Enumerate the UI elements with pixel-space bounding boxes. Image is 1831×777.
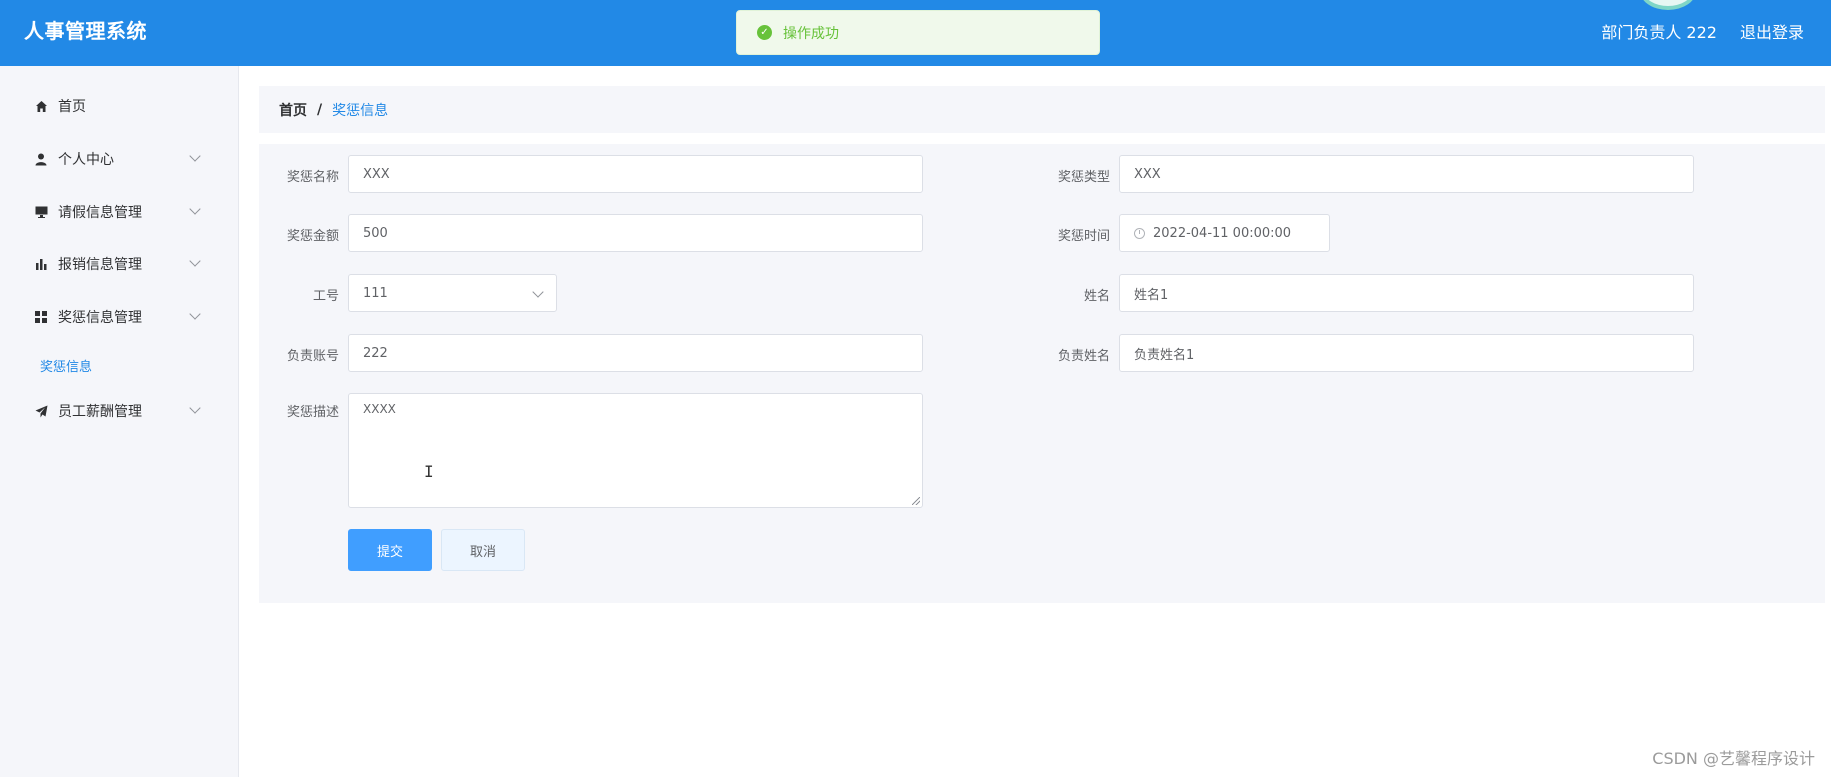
chevron-down-icon (189, 308, 201, 320)
manager-account-input[interactable]: 222 (348, 334, 923, 372)
amount-input[interactable]: 500 (348, 214, 923, 252)
main-content: 首页 / 奖惩信息 奖惩名称 XXX 奖惩类型 XXX 奖惩金额 500 奖惩时… (239, 66, 1831, 777)
type-input[interactable]: XXX (1119, 155, 1694, 193)
bar-chart-icon (34, 257, 48, 271)
sidebar-item-label: 员工薪酬管理 (58, 404, 142, 420)
sidebar-item-reimburse[interactable]: 报销信息管理 (0, 244, 239, 284)
description-label: 奖惩描述 (286, 405, 339, 420)
sidebar: 首页 个人中心 请假信息管理 报销信息管理 奖惩信息管理 奖惩信息 员工薪酬管理 (0, 66, 239, 777)
emp-no-select[interactable]: 111 (348, 274, 557, 312)
type-label: 奖惩类型 (1057, 170, 1110, 185)
monitor-icon (34, 205, 48, 219)
grid-icon (34, 310, 48, 324)
toast-message: 操作成功 (783, 25, 839, 42)
time-label: 奖惩时间 (1057, 229, 1110, 244)
amount-value: 500 (363, 225, 388, 241)
emp-name-label: 姓名 (1083, 289, 1110, 304)
emp-name-input[interactable]: 姓名1 (1119, 274, 1694, 312)
manager-account-label: 负责账号 (286, 349, 339, 364)
logout-link[interactable]: 退出登录 (1740, 19, 1804, 43)
sidebar-item-rewards[interactable]: 奖惩信息管理 (0, 297, 239, 337)
amount-label: 奖惩金额 (286, 229, 339, 244)
app-title: 人事管理系统 (24, 19, 147, 43)
manager-name-input[interactable]: 负责姓名1 (1119, 334, 1694, 372)
time-picker[interactable]: 2022-04-11 00:00:00 (1119, 214, 1330, 252)
type-value: XXX (1134, 166, 1161, 182)
emp-no-label: 工号 (312, 289, 339, 304)
watermark: CSDN @艺馨程序设计 (1652, 749, 1815, 768)
emp-name-value: 姓名1 (1134, 287, 1169, 303)
breadcrumb-separator: / (317, 101, 323, 118)
sidebar-item-home[interactable]: 首页 (0, 86, 239, 126)
description-value: XXXX (363, 402, 396, 416)
chevron-down-icon (532, 286, 544, 298)
chevron-down-icon (189, 150, 201, 162)
clock-icon (1134, 227, 1145, 239)
chevron-down-icon (189, 402, 201, 414)
manager-name-value: 负责姓名1 (1134, 347, 1195, 363)
sidebar-item-label: 请假信息管理 (58, 205, 142, 221)
success-toast: ✓ 操作成功 (736, 10, 1100, 55)
name-value: XXX (363, 166, 390, 182)
name-label: 奖惩名称 (286, 170, 339, 185)
check-circle-icon: ✓ (757, 25, 772, 40)
chevron-down-icon (189, 255, 201, 267)
breadcrumb: 首页 / 奖惩信息 (259, 86, 1825, 133)
reward-form: 奖惩名称 XXX 奖惩类型 XXX 奖惩金额 500 奖惩时间 2022-04-… (259, 144, 1825, 603)
breadcrumb-home[interactable]: 首页 (279, 100, 307, 120)
home-icon (34, 99, 48, 113)
emp-no-value: 111 (363, 285, 388, 301)
sidebar-item-salary[interactable]: 员工薪酬管理 (0, 391, 239, 431)
sidebar-item-label: 奖惩信息管理 (58, 310, 142, 326)
chevron-down-icon (189, 203, 201, 215)
sidebar-item-leave[interactable]: 请假信息管理 (0, 192, 239, 232)
avatar[interactable] (1640, 0, 1696, 10)
user-label: 部门负责人 222 (1601, 23, 1717, 42)
header-user-area: 部门负责人 222 退出登录 (1601, 19, 1804, 43)
send-icon (34, 404, 48, 418)
breadcrumb-current: 奖惩信息 (332, 102, 389, 119)
time-value: 2022-04-11 00:00:00 (1153, 225, 1292, 241)
manager-name-label: 负责姓名 (1057, 349, 1110, 364)
text-cursor-icon: I (424, 462, 434, 481)
cancel-button[interactable]: 取消 (441, 529, 525, 571)
user-icon (34, 152, 48, 166)
description-textarea[interactable]: XXXX (348, 393, 923, 508)
submit-button[interactable]: 提交 (348, 529, 432, 571)
resize-handle[interactable] (912, 497, 920, 505)
submenu-item-rewards-info[interactable]: 奖惩信息 (40, 356, 92, 375)
sidebar-item-label: 首页 (58, 99, 86, 115)
sidebar-item-label: 报销信息管理 (58, 257, 142, 273)
manager-account-value: 222 (363, 345, 388, 361)
sidebar-item-label: 个人中心 (58, 152, 114, 168)
sidebar-item-profile[interactable]: 个人中心 (0, 139, 239, 179)
name-input[interactable]: XXX (348, 155, 923, 193)
